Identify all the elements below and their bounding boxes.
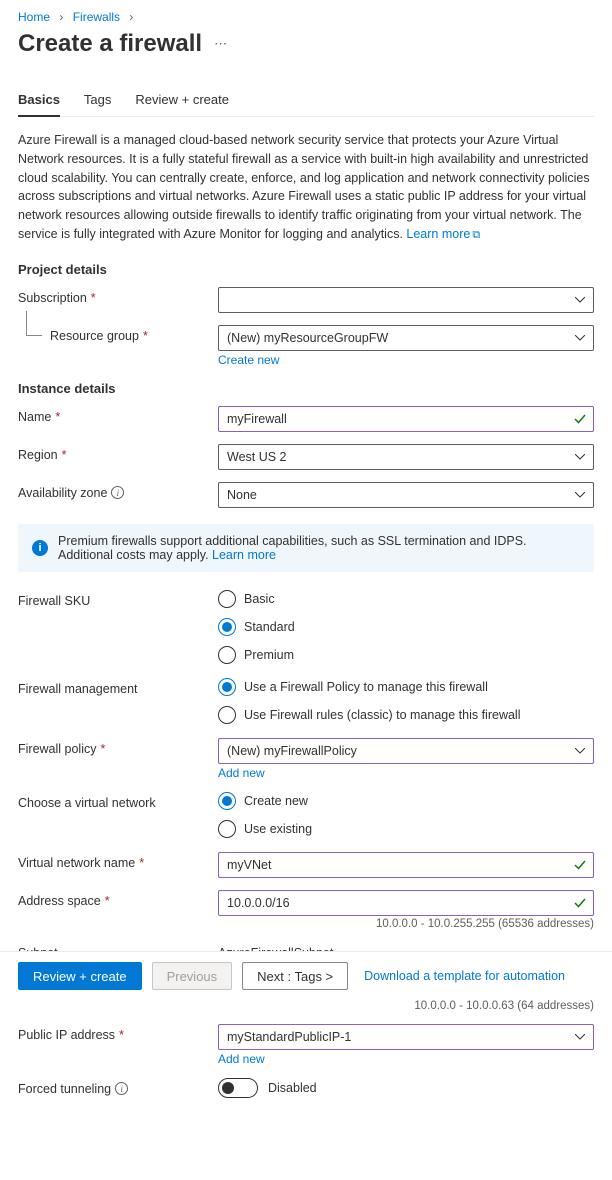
label-choose-vnet: Choose a virtual network (18, 792, 218, 810)
subnet-address-hint: 10.0.0.0 - 10.0.0.63 (64 addresses) (218, 1000, 594, 1012)
sku-basic-radio[interactable]: Basic (218, 590, 594, 608)
firewall-policy-select[interactable]: (New) myFirewallPolicy (218, 738, 594, 764)
create-new-rg-link[interactable]: Create new (218, 353, 279, 367)
resource-group-select[interactable]: (New) myResourceGroupFW (218, 325, 594, 351)
label-firewall-management: Firewall management (18, 678, 218, 696)
tab-review[interactable]: Review + create (135, 86, 229, 116)
chevron-right-icon: › (59, 10, 63, 24)
info-icon[interactable]: i (115, 1082, 128, 1095)
external-link-icon: ⧉ (472, 229, 480, 241)
vnet-create-radio[interactable]: Create new (218, 792, 594, 810)
breadcrumb: Home › Firewalls › (18, 10, 594, 24)
info-icon: i (32, 540, 48, 556)
breadcrumb-home[interactable]: Home (18, 10, 50, 24)
label-subscription: Subscription * (18, 287, 218, 305)
toggle-state-label: Disabled (268, 1081, 317, 1095)
label-region: Region * (18, 444, 218, 462)
subscription-select[interactable] (218, 287, 594, 313)
chevron-right-icon: › (129, 10, 133, 24)
breadcrumb-firewalls[interactable]: Firewalls (73, 10, 120, 24)
more-options-icon[interactable]: ⋯ (214, 36, 227, 52)
chevron-down-icon (575, 492, 585, 498)
public-ip-select[interactable]: myStandardPublicIP-1 (218, 1024, 594, 1050)
section-project-details: Project details (18, 262, 594, 277)
footer-bar: Review + create Previous Next : Tags > D… (0, 951, 612, 1000)
tab-basics[interactable]: Basics (18, 86, 60, 117)
address-space-input[interactable]: 10.0.0.0/16 (218, 890, 594, 916)
checkmark-icon (573, 412, 587, 426)
chevron-down-icon (575, 454, 585, 460)
label-name: Name * (18, 406, 218, 424)
label-address-space: Address space * (18, 890, 218, 908)
forced-tunneling-toggle[interactable] (218, 1078, 258, 1098)
management-policy-radio[interactable]: Use a Firewall Policy to manage this fir… (218, 678, 594, 696)
tab-tags[interactable]: Tags (84, 86, 111, 116)
chevron-down-icon (575, 335, 585, 341)
next-button[interactable]: Next : Tags > (242, 962, 348, 990)
label-public-ip: Public IP address * (18, 1024, 218, 1042)
vnet-name-input[interactable]: myVNet (218, 852, 594, 878)
add-new-policy-link[interactable]: Add new (218, 766, 265, 780)
label-resource-group: Resource group * (18, 325, 218, 343)
label-firewall-policy: Firewall policy * (18, 738, 218, 756)
chevron-down-icon (575, 1034, 585, 1040)
download-template-link[interactable]: Download a template for automation (364, 969, 565, 983)
address-space-hint: 10.0.0.0 - 10.0.255.255 (65536 addresses… (218, 918, 594, 930)
learn-more-premium-link[interactable]: Learn more (212, 548, 276, 562)
learn-more-link[interactable]: Learn more⧉ (406, 227, 480, 241)
chevron-down-icon (575, 297, 585, 303)
premium-info-banner: i Premium firewalls support additional c… (18, 524, 594, 572)
page-title: Create a firewall (18, 30, 202, 58)
vnet-existing-radio[interactable]: Use existing (218, 820, 594, 838)
management-classic-radio[interactable]: Use Firewall rules (classic) to manage t… (218, 706, 594, 724)
section-instance-details: Instance details (18, 381, 594, 396)
name-input[interactable]: myFirewall (218, 406, 594, 432)
region-select[interactable]: West US 2 (218, 444, 594, 470)
sku-premium-radio[interactable]: Premium (218, 646, 594, 664)
checkmark-icon (573, 858, 587, 872)
label-firewall-sku: Firewall SKU (18, 590, 218, 608)
description-text: Azure Firewall is a managed cloud-based … (18, 131, 594, 244)
chevron-down-icon (575, 748, 585, 754)
add-new-ip-link[interactable]: Add new (218, 1052, 265, 1066)
review-create-button[interactable]: Review + create (18, 962, 142, 990)
info-icon[interactable]: i (111, 486, 124, 499)
label-vnet-name: Virtual network name * (18, 852, 218, 870)
tabs: Basics Tags Review + create (18, 86, 594, 117)
availability-zone-select[interactable]: None (218, 482, 594, 508)
previous-button: Previous (152, 962, 233, 990)
checkmark-icon (573, 896, 587, 910)
sku-standard-radio[interactable]: Standard (218, 618, 594, 636)
label-availability-zone: Availability zone i (18, 482, 218, 500)
label-forced-tunneling: Forced tunneling i (18, 1078, 218, 1096)
